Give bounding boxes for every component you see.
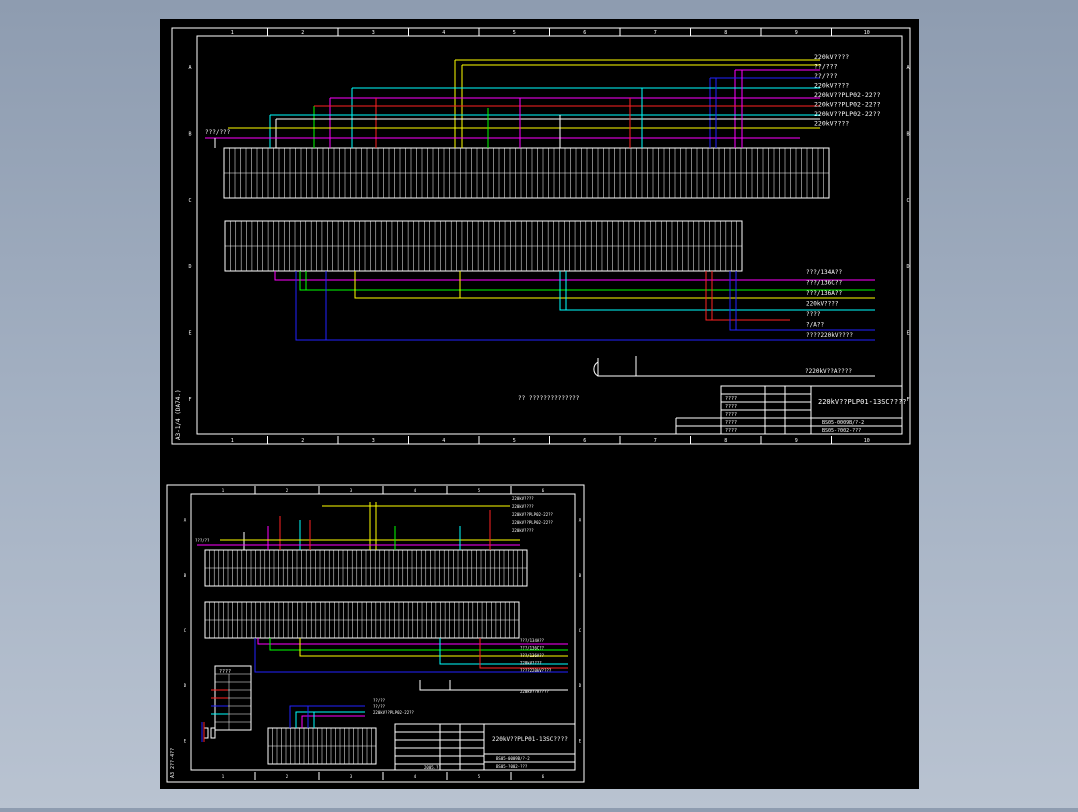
grid-column-marker: 5 bbox=[513, 438, 516, 444]
right-label: ???/134A?? bbox=[806, 269, 843, 276]
grid-row-marker: C bbox=[906, 198, 909, 204]
center-label: ??/?? bbox=[373, 704, 386, 709]
grid-column-marker: 8 bbox=[724, 30, 727, 36]
left-bus-label: ???/??? bbox=[205, 129, 231, 136]
top-right-label: 220kV??PLP02-22?? bbox=[814, 101, 881, 109]
sheet-1-sub-no: BS05-?002-??? bbox=[822, 428, 861, 434]
top-right-label: 220kV???? bbox=[512, 496, 534, 501]
sheet-2-drawing-no: BS05-0009B/?-2 bbox=[496, 756, 530, 761]
grid-row-marker: A bbox=[188, 65, 191, 71]
sheet-2-right-bottom-label: 220kV??A???? bbox=[520, 689, 549, 694]
title-block-row: ???? bbox=[725, 420, 737, 426]
center-label: 220kV??PLP02-22?? bbox=[373, 710, 415, 715]
top-right-label: 220kV??PLP02-22?? bbox=[814, 91, 881, 99]
grid-column-marker: 3 bbox=[372, 30, 375, 36]
top-right-label: ??/??? bbox=[814, 63, 838, 71]
grid-row-marker: A bbox=[906, 65, 909, 71]
grid-row-marker: F bbox=[906, 397, 909, 403]
grid-row-marker: E bbox=[906, 331, 909, 337]
top-right-label: 220kV??PLP02-22?? bbox=[814, 110, 881, 118]
top-right-label: 220kV??PLP02-22?? bbox=[512, 520, 554, 525]
right-label: ????220kV???? bbox=[806, 332, 853, 339]
center-label: ??/?? bbox=[373, 698, 386, 703]
top-right-label: 220kV???? bbox=[512, 528, 534, 533]
top-right-label: ??/??? bbox=[814, 72, 838, 80]
sheet-2-date: 2005.?? bbox=[424, 765, 441, 770]
grid-column-marker: 7 bbox=[654, 30, 657, 36]
right-label: ???? bbox=[806, 311, 821, 318]
bottom-right-label: ?220kV??A???? bbox=[805, 368, 852, 375]
sheet-1[interactable]: 1 1 2 2 3 3 4 4 5 5 6 6 7 7 8 8 9 9 10 10 A A B B C C D D E E F F bbox=[160, 19, 919, 789]
right-label: ???/136A?? bbox=[806, 290, 843, 297]
top-right-label: 220kV???? bbox=[814, 120, 849, 128]
grid-row-marker: B bbox=[188, 132, 191, 138]
top-right-label: 220kV???? bbox=[814, 82, 849, 90]
grid-column-marker: 1 bbox=[231, 30, 234, 36]
top-right-label: 220kV??PLP02-22?? bbox=[512, 512, 554, 517]
grid-column-marker: 4 bbox=[442, 30, 445, 36]
right-label: 220kV???? bbox=[806, 301, 839, 308]
grid-column-marker: 4 bbox=[442, 438, 445, 444]
schematic-canvas: 1 1 2 2 3 3 4 4 5 5 6 6 7 7 8 8 9 9 10 10 A A B B C C D D E E F F bbox=[160, 19, 919, 789]
grid-row-marker: E bbox=[188, 331, 191, 337]
grid-row-marker: F bbox=[188, 397, 191, 403]
grid-column-marker: 10 bbox=[864, 30, 870, 36]
title-block-row: ???? bbox=[725, 396, 737, 402]
cad-viewport[interactable]: 1 1 2 2 3 3 4 4 5 5 6 6 7 7 8 8 9 9 10 10 A A B B C C D D E E F F bbox=[0, 0, 1078, 808]
right-label: ???/134A?? bbox=[520, 638, 545, 643]
grid-column-marker: 9 bbox=[795, 438, 798, 444]
grid-column-marker: 5 bbox=[513, 30, 516, 36]
legend-title: ???? bbox=[219, 669, 231, 675]
sheet-1-title: 220kV??PLP01-13SC???? bbox=[818, 398, 907, 406]
grid-row-marker: C bbox=[188, 198, 191, 204]
grid-row-marker: D bbox=[906, 264, 909, 270]
grid-column-marker: 8 bbox=[724, 438, 727, 444]
sheet-2-sub-no: BS05-?002-??? bbox=[496, 764, 528, 769]
grid-column-marker: 6 bbox=[583, 30, 586, 36]
top-right-label: 220kV???? bbox=[814, 53, 849, 61]
right-label: ?/A?? bbox=[806, 322, 824, 329]
grid-column-marker: 9 bbox=[795, 30, 798, 36]
grid-row-marker: D bbox=[188, 264, 191, 270]
grid-column-marker: 6 bbox=[583, 438, 586, 444]
grid-row-marker: B bbox=[906, 132, 909, 138]
grid-column-marker: 2 bbox=[301, 438, 304, 444]
grid-column-marker: 10 bbox=[864, 438, 870, 444]
grid-column-marker: 1 bbox=[231, 438, 234, 444]
model-space-background bbox=[160, 19, 919, 789]
grid-column-marker: 3 bbox=[372, 438, 375, 444]
right-label: 220kV???? bbox=[520, 661, 542, 666]
sheet-1-side-label: A3-1/4 (DA74.) bbox=[175, 389, 182, 440]
top-right-label: 220kV???? bbox=[512, 504, 534, 509]
title-block-row: ???? bbox=[725, 428, 737, 434]
right-label: ???/136C?? bbox=[520, 646, 545, 651]
right-label: ????220kV???? bbox=[520, 668, 552, 673]
sheet-2-left-bus-label: ???/?? bbox=[195, 538, 210, 543]
sheet-2-title: 220kV??PLP01-13SC???? bbox=[492, 736, 568, 743]
title-block-row: ???? bbox=[725, 404, 737, 410]
grid-column-marker: 7 bbox=[654, 438, 657, 444]
right-label: ???/136A?? bbox=[520, 653, 545, 658]
sheet-1-note: ?? ?????????????? bbox=[518, 395, 580, 402]
grid-column-marker: 2 bbox=[301, 30, 304, 36]
sheet-1-drawing-no: BS05-0009B/?-2 bbox=[822, 420, 864, 426]
sheet-2-side-label: A3 2??-4?? bbox=[170, 748, 176, 778]
right-label: ???/136C?? bbox=[806, 280, 843, 287]
title-block-row: ???? bbox=[725, 412, 737, 418]
